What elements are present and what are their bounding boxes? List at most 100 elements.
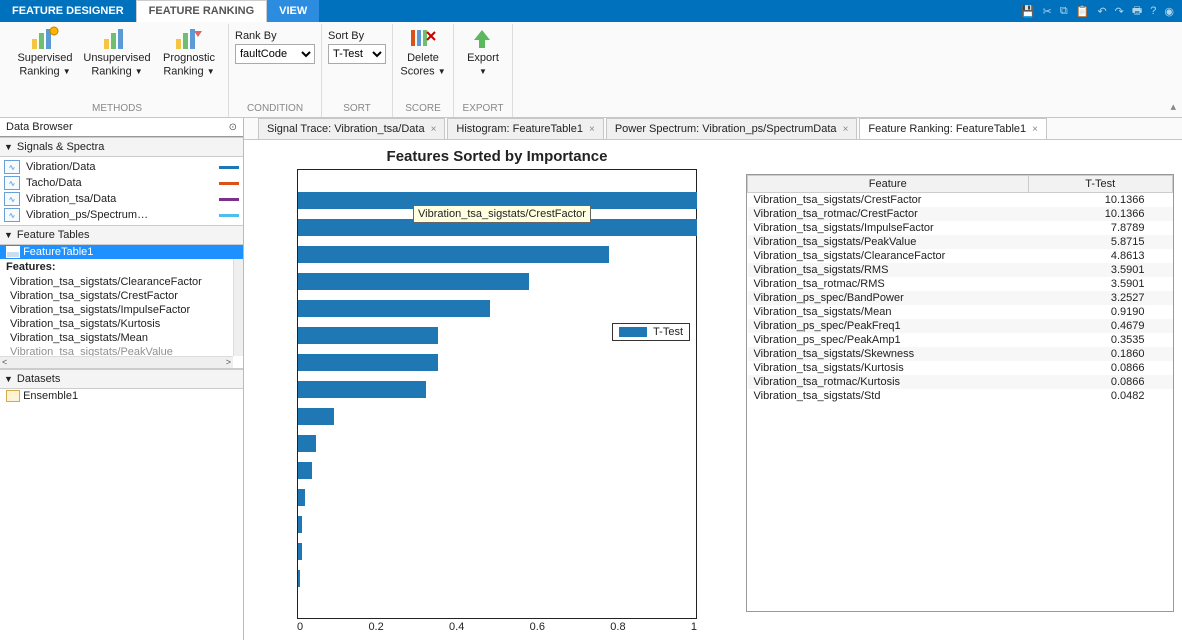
table-row[interactable]: Vibration_tsa_sigstats/Kurtosis0.0866 <box>748 361 1173 375</box>
table-row[interactable]: Vibration_tsa_sigstats/Std0.0482 <box>748 389 1173 403</box>
table-row[interactable]: Vibration_tsa_sigstats/RMS3.5901 <box>748 263 1173 277</box>
ribbon-group-export-label: EXPORT <box>463 103 504 117</box>
panel-collapse-icon[interactable]: ⊙ <box>229 122 237 133</box>
cell-feature: Vibration_tsa_sigstats/PeakValue <box>748 235 1029 249</box>
feature-item[interactable]: Vibration_tsa_sigstats/CrestFactor <box>0 289 243 303</box>
doctab-signal-trace[interactable]: Signal Trace: Vibration_tsa/Data× <box>258 118 445 139</box>
close-icon[interactable]: × <box>589 124 595 135</box>
table-row[interactable]: Vibration_tsa_sigstats/Mean0.9190 <box>748 305 1173 319</box>
table-row[interactable]: Vibration_tsa_rotmac/RMS3.5901 <box>748 277 1173 291</box>
doctab-feature-ranking[interactable]: Feature Ranking: FeatureTable1× <box>859 118 1047 139</box>
doctab-power-spectrum[interactable]: Power Spectrum: Vibration_ps/SpectrumDat… <box>606 118 858 139</box>
print-icon[interactable]: 🖶 <box>1132 2 1142 21</box>
col-score[interactable]: T-Test <box>1028 176 1173 193</box>
bar-plot[interactable]: Vibration_tsa_sigstats/CrestFactor T-Tes… <box>297 169 697 619</box>
ribbon: Supervised Ranking ▼ Unsupervised Rankin… <box>0 22 1182 118</box>
table-row[interactable]: Vibration_ps_spec/PeakAmp10.3535 <box>748 333 1173 347</box>
table-row[interactable]: Vibration_tsa_rotmac/CrestFactor10.1366 <box>748 207 1173 221</box>
ribbon-expand-icon[interactable]: ▴ <box>1170 24 1176 117</box>
doctab-histogram[interactable]: Histogram: FeatureTable1× <box>447 118 603 139</box>
chart-bar[interactable] <box>298 462 312 479</box>
cell-score: 5.8715 <box>1028 235 1173 249</box>
rank-by-select[interactable]: faultCode <box>235 44 315 64</box>
signal-item[interactable]: ∿Tacho/Data <box>0 175 243 191</box>
prognostic-ranking-button[interactable]: Prognostic Ranking ▼ <box>156 24 222 78</box>
chart-bar[interactable] <box>298 273 529 290</box>
feature-item[interactable]: Vibration_tsa_sigstats/ImpulseFactor <box>0 303 243 317</box>
chart-bar[interactable] <box>298 381 426 398</box>
signal-swatch <box>219 182 239 185</box>
feature-tables-header[interactable]: ▼Feature Tables <box>0 225 243 245</box>
cell-feature: Vibration_tsa_sigstats/Kurtosis <box>748 361 1029 375</box>
chart-bar[interactable] <box>298 354 438 371</box>
dataset-item[interactable]: Ensemble1 <box>0 389 243 403</box>
copy-icon[interactable]: ⧉ <box>1060 5 1068 18</box>
chart-bar[interactable] <box>298 489 305 506</box>
chart-bar[interactable] <box>298 327 438 344</box>
chart-bar[interactable] <box>298 408 334 425</box>
chart-bar[interactable] <box>298 246 609 263</box>
ranking-table: Feature T-Test Vibration_tsa_sigstats/Cr… <box>746 174 1174 612</box>
export-button[interactable]: Export▼ <box>460 24 506 78</box>
close-icon[interactable]: × <box>1032 124 1038 135</box>
redo-icon[interactable]: ↷ <box>1115 5 1124 18</box>
cell-feature: Vibration_tsa_sigstats/ImpulseFactor <box>748 221 1029 235</box>
tab-view[interactable]: VIEW <box>267 0 319 22</box>
chart-bar[interactable] <box>298 435 316 452</box>
table-row[interactable]: Vibration_tsa_sigstats/ImpulseFactor7.87… <box>748 221 1173 235</box>
col-feature[interactable]: Feature <box>748 176 1029 193</box>
cell-feature: Vibration_tsa_sigstats/CrestFactor <box>748 193 1029 208</box>
signals-spectra-header[interactable]: ▼Signals & Spectra <box>0 137 243 157</box>
signal-item[interactable]: ∿Vibration_tsa/Data <box>0 191 243 207</box>
sort-by-select[interactable]: T-Test <box>328 44 386 64</box>
table-row[interactable]: Vibration_tsa_sigstats/Skewness0.1860 <box>748 347 1173 361</box>
feature-item[interactable]: Vibration_tsa_sigstats/Mean <box>0 331 243 345</box>
help-icon[interactable]: ? <box>1150 5 1156 17</box>
tab-feature-designer[interactable]: FEATURE DESIGNER <box>0 0 136 22</box>
unsupervised-ranking-button[interactable]: Unsupervised Ranking ▼ <box>84 24 150 78</box>
features-list: Features: Vibration_tsa_sigstats/Clearan… <box>0 259 243 369</box>
feature-table-item[interactable]: FeatureTable1 <box>0 245 243 259</box>
signal-swatch <box>219 166 239 169</box>
supervised-ranking-button[interactable]: Supervised Ranking ▼ <box>12 24 78 78</box>
dataset-icon <box>6 390 20 402</box>
ribbon-group-sort-label: SORT <box>343 103 371 117</box>
cell-feature: Vibration_tsa_rotmac/Kurtosis <box>748 375 1029 389</box>
cell-feature: Vibration_tsa_rotmac/RMS <box>748 277 1029 291</box>
chart-bar[interactable] <box>298 543 302 560</box>
paste-icon[interactable]: 📋 <box>1076 5 1090 18</box>
more-icon[interactable]: ◉ <box>1164 5 1174 18</box>
table-row[interactable]: Vibration_tsa_sigstats/PeakValue5.8715 <box>748 235 1173 249</box>
save-icon[interactable]: 💾 <box>1021 5 1035 18</box>
table-row[interactable]: Vibration_ps_spec/BandPower3.2527 <box>748 291 1173 305</box>
chart-bar[interactable] <box>298 570 300 587</box>
chart-bar[interactable] <box>298 516 302 533</box>
close-icon[interactable]: × <box>431 124 437 135</box>
table-row[interactable]: Vibration_tsa_rotmac/Kurtosis0.0866 <box>748 375 1173 389</box>
chart-bar[interactable] <box>298 300 490 317</box>
close-icon[interactable]: × <box>843 124 849 135</box>
legend-swatch <box>619 327 647 337</box>
cut-icon[interactable]: ✂ <box>1043 5 1052 18</box>
feature-item[interactable]: Vibration_tsa_sigstats/ClearanceFactor <box>0 275 243 289</box>
data-browser-title: Data Browser ⊙ <box>0 118 243 137</box>
undo-icon[interactable]: ↶ <box>1097 5 1106 18</box>
cell-feature: Vibration_tsa_sigstats/Mean <box>748 305 1029 319</box>
cell-score: 4.8613 <box>1028 249 1173 263</box>
supervised-ranking-icon <box>29 24 61 52</box>
horizontal-scrollbar[interactable]: <> <box>0 356 233 368</box>
table-row[interactable]: Vibration_tsa_sigstats/CrestFactor10.136… <box>748 193 1173 208</box>
cell-score: 0.0866 <box>1028 375 1173 389</box>
feature-item[interactable]: Vibration_tsa_sigstats/Kurtosis <box>0 317 243 331</box>
sort-by-label: Sort By <box>328 30 386 42</box>
datasets-header[interactable]: ▼Datasets <box>0 369 243 389</box>
tab-feature-ranking[interactable]: FEATURE RANKING <box>136 0 268 22</box>
delete-scores-button[interactable]: Delete Scores ▼ <box>399 24 447 78</box>
ribbon-group-methods-label: METHODS <box>92 103 142 117</box>
vertical-scrollbar[interactable] <box>233 259 243 356</box>
signal-item[interactable]: ∿Vibration_ps/Spectrum… <box>0 207 243 223</box>
table-row[interactable]: Vibration_ps_spec/PeakFreq10.4679 <box>748 319 1173 333</box>
table-row[interactable]: Vibration_tsa_sigstats/ClearanceFactor4.… <box>748 249 1173 263</box>
cell-score: 0.0866 <box>1028 361 1173 375</box>
signal-item[interactable]: ∿Vibration/Data <box>0 159 243 175</box>
